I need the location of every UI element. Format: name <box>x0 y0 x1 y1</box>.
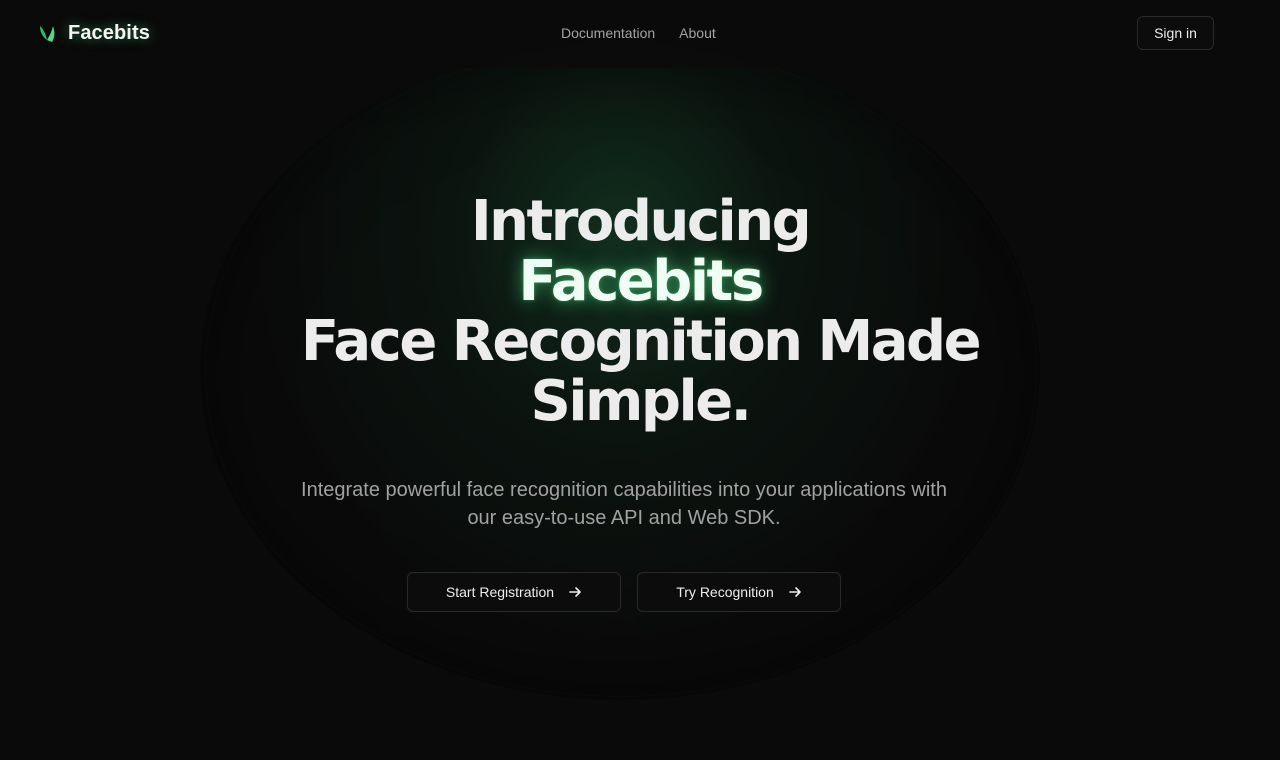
try-recognition-button[interactable]: Try Recognition <box>637 572 841 612</box>
brand-name: Facebits <box>68 22 150 44</box>
sign-in-button[interactable]: Sign in <box>1137 16 1214 50</box>
cta-row: Start Registration Try Recognition <box>407 572 841 612</box>
top-header: Facebits Documentation About Sign in <box>0 0 1280 68</box>
brand-logo-link[interactable]: Facebits <box>38 22 150 45</box>
start-registration-label: Start Registration <box>445 584 555 600</box>
leaf-logo-icon <box>40 25 55 42</box>
start-registration-button[interactable]: Start Registration <box>407 572 621 612</box>
hero-headline: Introducing Facebits Face Recognition Ma… <box>0 192 1280 432</box>
arrow-right-icon <box>569 587 581 597</box>
try-recognition-label: Try Recognition <box>676 584 774 600</box>
landing-page: Facebits Documentation About Sign in Int… <box>0 0 1280 760</box>
headline-line-face-recognition: Face Recognition Made <box>300 309 982 374</box>
nav-documentation-link[interactable]: Documentation <box>561 25 655 41</box>
arrow-right-icon <box>788 587 801 597</box>
nav-about-link[interactable]: About <box>679 25 716 41</box>
headline-line-simple: Simple. <box>530 369 752 434</box>
headline-brand: Facebits <box>518 249 764 314</box>
main-nav: Documentation About <box>561 25 716 41</box>
headline-line-introducing: Introducing <box>470 189 812 254</box>
hero-section: Introducing Facebits Face Recognition Ma… <box>0 192 1280 432</box>
hero-subtitle: Integrate powerful face recognition capa… <box>301 479 947 529</box>
